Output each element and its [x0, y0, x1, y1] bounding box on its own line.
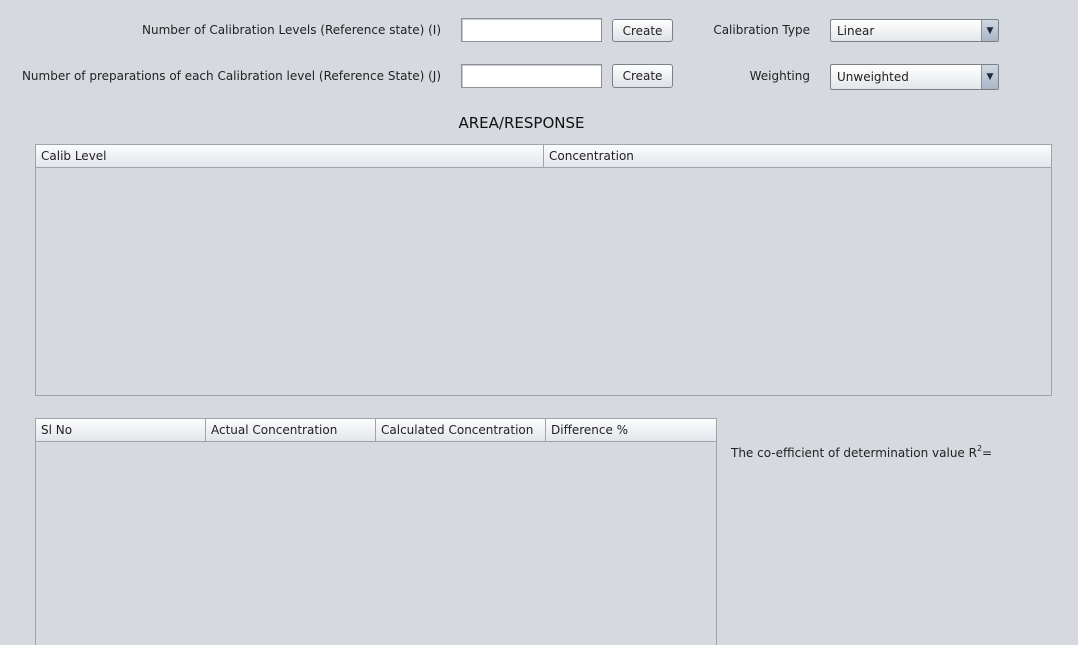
weighting-label: Weighting — [749, 69, 810, 83]
column-header-difference-percent[interactable]: Difference % — [546, 419, 716, 441]
chevron-down-icon[interactable]: ▼ — [981, 20, 998, 41]
calibration-table-header: Calib Level Concentration — [36, 145, 1051, 168]
preparations-label: Number of preparations of each Calibrati… — [21, 69, 441, 83]
column-header-actual-concentration[interactable]: Actual Concentration — [206, 419, 376, 441]
weighting-select[interactable]: Unweighted ▼ — [830, 64, 999, 90]
column-header-calculated-concentration[interactable]: Calculated Concentration — [376, 419, 546, 441]
column-header-concentration[interactable]: Concentration — [544, 145, 1051, 167]
calibration-table[interactable]: Calib Level Concentration — [35, 144, 1052, 396]
calibration-type-value: Linear — [837, 23, 875, 38]
preparations-input[interactable] — [461, 64, 602, 88]
calibration-type-select[interactable]: Linear ▼ — [830, 19, 999, 42]
column-header-sl-no[interactable]: Sl No — [36, 419, 206, 441]
calibration-panel: Number of Calibration Levels (Reference … — [0, 0, 1078, 645]
results-table-header: Sl No Actual Concentration Calculated Co… — [36, 419, 716, 442]
chevron-down-icon[interactable]: ▼ — [981, 65, 998, 89]
levels-create-button[interactable]: Create — [612, 19, 673, 42]
section-title: AREA/RESPONSE — [458, 114, 585, 132]
column-header-calib-level[interactable]: Calib Level — [36, 145, 544, 167]
calibration-type-label: Calibration Type — [713, 23, 810, 37]
r-squared-label: The co-efficient of determination value … — [731, 445, 993, 461]
r-squared-equals: = — [982, 446, 993, 460]
preparations-create-button[interactable]: Create — [612, 64, 673, 88]
r-squared-text: The co-efficient of determination value … — [731, 446, 977, 460]
levels-label: Number of Calibration Levels (Reference … — [142, 23, 441, 37]
weighting-value: Unweighted — [837, 70, 909, 84]
results-table[interactable]: Sl No Actual Concentration Calculated Co… — [35, 418, 717, 645]
levels-input[interactable] — [461, 18, 602, 42]
